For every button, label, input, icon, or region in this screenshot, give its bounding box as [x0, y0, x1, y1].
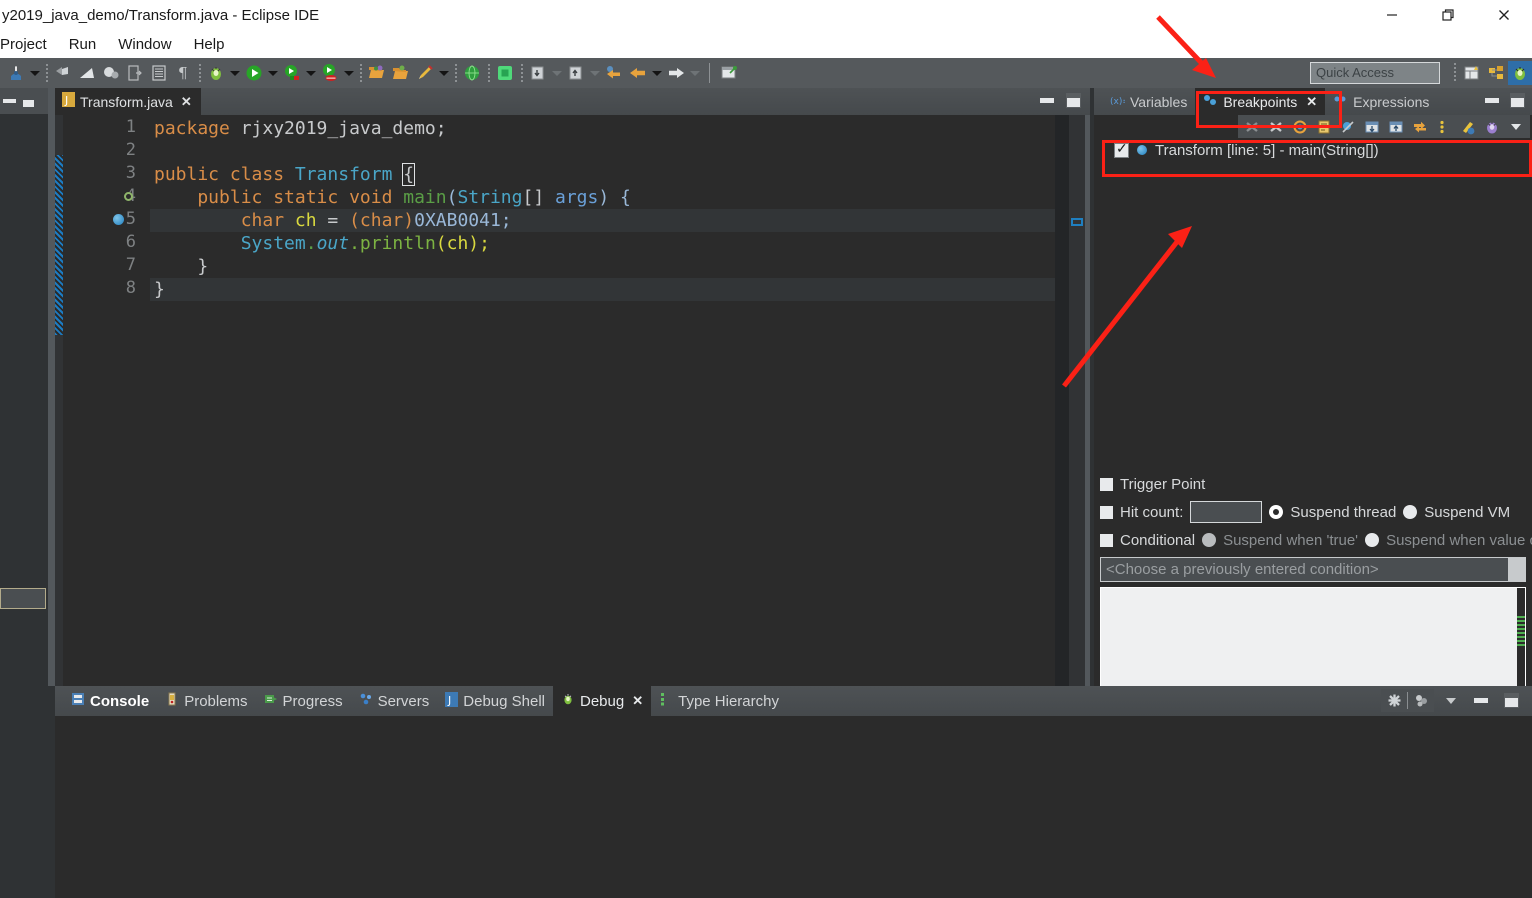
arrow-to-breakpoint-row: [1062, 226, 1192, 388]
